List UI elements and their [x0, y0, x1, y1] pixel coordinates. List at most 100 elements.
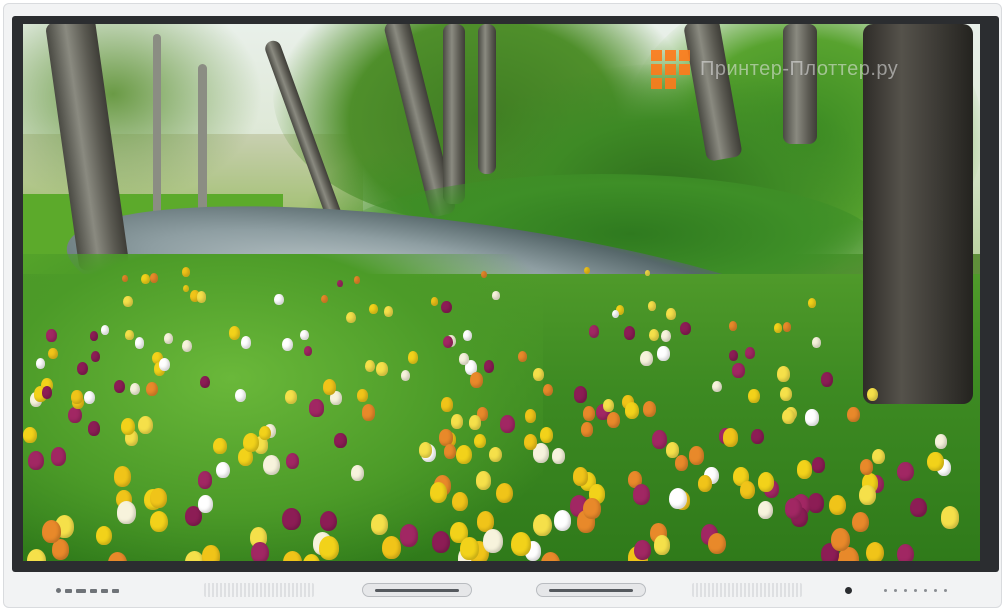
- flower: [732, 363, 745, 378]
- flower: [533, 514, 552, 537]
- flower: [228, 326, 241, 340]
- flower: [400, 369, 411, 382]
- flower: [940, 506, 960, 529]
- flower: [419, 441, 433, 458]
- flower: [201, 545, 220, 561]
- flower: [748, 389, 760, 404]
- flower: [828, 494, 846, 515]
- home-button[interactable]: [924, 589, 927, 592]
- flower: [114, 379, 125, 394]
- tree-trunk: [478, 24, 496, 174]
- usb-port[interactable]: [90, 588, 97, 593]
- flower: [500, 415, 515, 434]
- flower: [934, 434, 947, 450]
- pen-tray-left[interactable]: [362, 583, 472, 597]
- flower: [784, 497, 803, 520]
- flower: [624, 402, 639, 420]
- flower: [896, 544, 914, 561]
- speaker-grille-right: [692, 583, 802, 597]
- front-ports: [56, 588, 119, 593]
- flower: [149, 510, 168, 533]
- flower: [807, 492, 825, 513]
- flower: [668, 487, 687, 510]
- flower: [89, 331, 99, 342]
- watermark-logo-icon: [651, 50, 690, 89]
- flower: [657, 346, 670, 362]
- flower: [697, 475, 712, 493]
- flower: [865, 541, 884, 561]
- flower: [27, 450, 44, 470]
- flower: [583, 498, 601, 520]
- flower: [751, 428, 765, 445]
- flower: [134, 337, 145, 349]
- flower: [859, 458, 874, 475]
- flower: [640, 351, 653, 367]
- flower: [632, 484, 650, 505]
- flower: [318, 535, 340, 560]
- volume-down-button[interactable]: [904, 589, 907, 592]
- flower: [441, 300, 452, 314]
- flower: [495, 482, 513, 504]
- flower: [540, 427, 554, 443]
- flower: [851, 512, 869, 533]
- hdmi-port[interactable]: [76, 588, 86, 593]
- flower: [581, 422, 594, 437]
- flower: [777, 366, 791, 382]
- flower: [588, 325, 600, 338]
- pen-tray-right[interactable]: [536, 583, 646, 597]
- flower: [431, 297, 439, 306]
- flower: [285, 452, 299, 469]
- flower: [258, 425, 271, 441]
- flower: [150, 272, 159, 283]
- flower: [611, 309, 619, 319]
- flower: [492, 291, 500, 300]
- flower: [137, 415, 153, 434]
- display-screen[interactable]: Принтер-Плоттер.ру: [23, 24, 980, 561]
- flower: [711, 380, 722, 393]
- flower: [927, 451, 944, 472]
- flower: [319, 510, 337, 532]
- flower: [524, 434, 538, 450]
- front-control-buttons: [884, 589, 947, 592]
- usb-port[interactable]: [65, 588, 72, 593]
- flower: [524, 409, 537, 424]
- flower: [653, 535, 671, 555]
- flower: [213, 437, 227, 455]
- flower: [780, 386, 792, 401]
- usb-port[interactable]: [56, 588, 61, 593]
- flower: [361, 404, 376, 421]
- flower: [481, 270, 488, 279]
- watermark: Принтер-Плоттер.ру: [651, 50, 898, 89]
- flower: [282, 507, 301, 530]
- menu-button[interactable]: [884, 589, 887, 592]
- flower: [774, 323, 783, 333]
- flower: [811, 337, 822, 349]
- flower: [782, 322, 791, 332]
- flower: [285, 389, 297, 404]
- input-button[interactable]: [894, 589, 897, 592]
- flower: [114, 466, 132, 487]
- flower: [50, 447, 67, 466]
- flower: [431, 530, 450, 553]
- flower: [430, 482, 448, 503]
- flower: [859, 485, 876, 506]
- eco-button[interactable]: [944, 589, 947, 592]
- flower: [757, 501, 773, 520]
- back-button[interactable]: [934, 589, 937, 592]
- flower: [76, 361, 88, 375]
- power-button[interactable]: [845, 587, 852, 594]
- flower: [665, 308, 676, 320]
- flower: [182, 339, 193, 352]
- flower: [46, 329, 57, 342]
- usb-port[interactable]: [101, 588, 108, 593]
- audio-port[interactable]: [112, 588, 119, 593]
- flower: [469, 372, 483, 389]
- flower: [462, 329, 473, 342]
- flower: [573, 467, 589, 486]
- flower: [820, 372, 833, 388]
- flower: [68, 406, 82, 424]
- flower: [159, 357, 171, 371]
- flower: [440, 396, 454, 413]
- flower: [651, 430, 668, 449]
- volume-up-button[interactable]: [914, 589, 917, 592]
